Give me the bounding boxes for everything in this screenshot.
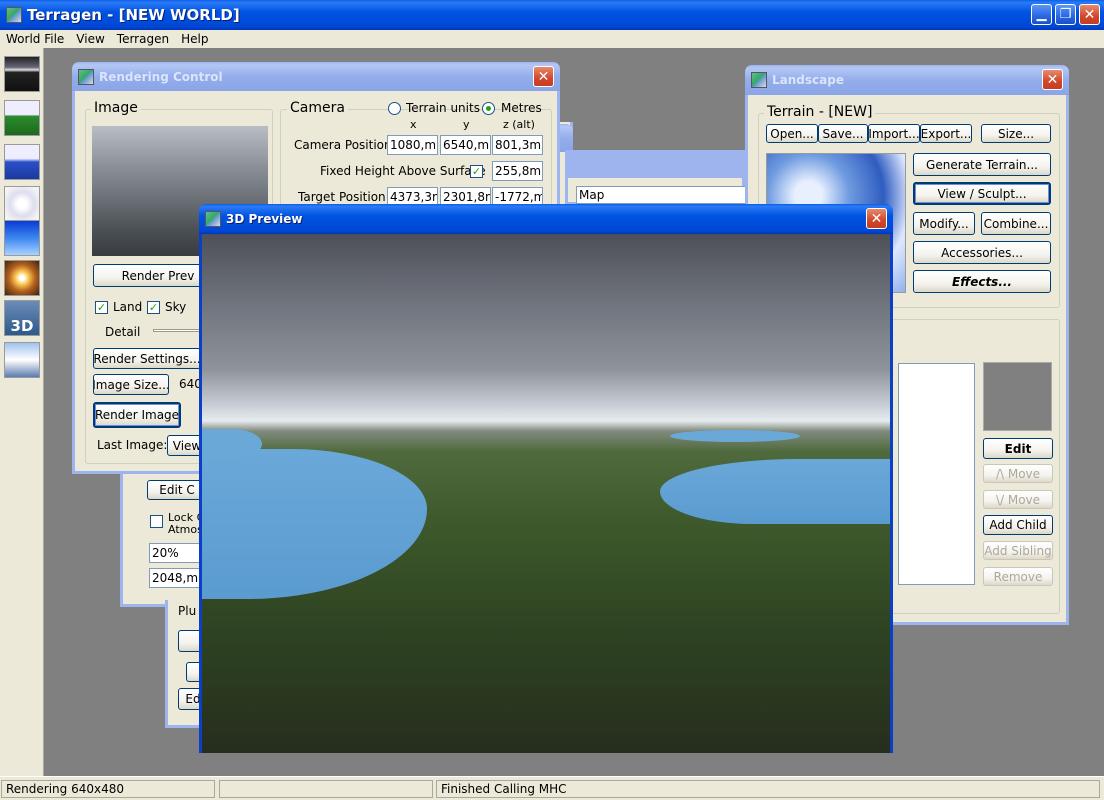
target-position-label: Target Position — [298, 190, 386, 204]
preview-close-button[interactable]: ✕ — [866, 208, 887, 229]
landscape-title-bar[interactable]: Landscape ✕ — [745, 65, 1069, 95]
add-sibling-button[interactable]: Add Sibling — [983, 541, 1053, 560]
edit-camera-button[interactable]: Edit C — [147, 480, 207, 500]
rendering-control-title-bar[interactable]: Rendering Control ✕ — [72, 62, 560, 91]
surface-map-preview — [983, 362, 1052, 431]
status-middle — [219, 780, 433, 798]
image-group-title: Image — [91, 100, 141, 116]
menu-help[interactable]: Help — [175, 32, 214, 46]
view-sculpt-button[interactable]: View / Sculpt... — [913, 182, 1051, 205]
detail-slider[interactable] — [153, 329, 203, 332]
modify-button[interactable]: Modify... — [913, 212, 975, 235]
menu-view[interactable]: View — [70, 32, 110, 46]
edit-surface-button[interactable]: Edit — [983, 438, 1053, 459]
tool-strip: 3D — [0, 48, 44, 776]
last-image-label: Last Image: — [97, 438, 168, 452]
terrain-units-radio[interactable] — [388, 102, 401, 115]
image-size-button[interactable]: Image Size... — [93, 374, 169, 395]
status-right: Finished Calling MHC — [436, 780, 1100, 798]
render-icon[interactable] — [4, 56, 40, 92]
fixed-height-checkbox[interactable]: ✓ — [470, 165, 483, 178]
export-terrain-button[interactable]: Export... — [920, 124, 972, 143]
clouds-icon[interactable] — [4, 186, 40, 222]
water-lake-distant — [670, 430, 800, 442]
camera-z-field[interactable]: 801,3m — [492, 135, 543, 155]
plu-label: Plu — [178, 604, 197, 618]
water-lake-right — [660, 459, 890, 524]
app-title: Terragen - [NEW WORLD] — [27, 6, 240, 24]
render-image-button[interactable]: Render Image — [93, 402, 181, 428]
move-up-button[interactable]: /\ Move — [983, 464, 1053, 483]
minimize-button[interactable]: ▁ — [1031, 4, 1052, 25]
detail-label: Detail — [105, 325, 141, 339]
landscape-close-button[interactable]: ✕ — [1042, 69, 1063, 90]
terrain-group-title: Terrain - [NEW] — [764, 104, 876, 120]
sky-label: Sky — [165, 300, 187, 314]
metres-label: Metres — [501, 101, 542, 115]
map-field[interactable]: Map — [576, 186, 746, 204]
terrain-units-label: Terrain units — [406, 101, 480, 115]
open-terrain-button[interactable]: Open... — [766, 124, 818, 143]
preview-viewport[interactable] — [202, 234, 890, 753]
water-lake-far-left — [202, 429, 262, 459]
preview-title: 3D Preview — [226, 212, 303, 226]
camera-group-title: Camera — [287, 100, 348, 116]
menu-bar: World File View Terragen Help — [0, 30, 1104, 48]
sky-checkbox[interactable]: ✓ — [147, 301, 160, 314]
land-label: Land — [113, 300, 143, 314]
preview-window-icon — [205, 211, 221, 227]
status-bar: Rendering 640x480 Finished Calling MHC — [0, 776, 1104, 800]
metres-radio[interactable] — [482, 102, 495, 115]
generate-terrain-button[interactable]: Generate Terrain... — [913, 153, 1051, 176]
water-icon[interactable] — [4, 144, 40, 180]
move-down-button[interactable]: \/ Move — [983, 490, 1053, 509]
menu-terragen[interactable]: Terragen — [111, 32, 175, 46]
preview-window — [199, 234, 893, 753]
sun-icon[interactable] — [4, 260, 40, 296]
landscape-icon[interactable] — [4, 100, 40, 136]
landscape-title: Landscape — [772, 73, 844, 87]
column-x-label: x — [410, 118, 417, 131]
effects-button[interactable]: Effects... — [913, 270, 1051, 293]
landscape-window-icon — [751, 72, 767, 88]
render-settings-button[interactable]: Render Settings... — [93, 348, 201, 369]
rendering-window-icon — [78, 68, 94, 85]
column-z-label: z (alt) — [503, 118, 535, 131]
add-child-button[interactable]: Add Child — [983, 515, 1053, 535]
land-checkbox[interactable]: ✓ — [95, 301, 108, 314]
3d-preview-icon[interactable]: 3D — [4, 300, 40, 336]
status-left: Rendering 640x480 — [1, 780, 215, 798]
fixed-height-label: Fixed Height Above Surface — [320, 164, 486, 178]
restore-button[interactable]: ❐ — [1055, 4, 1076, 25]
camera-x-field[interactable]: 1080,m — [387, 135, 438, 155]
menu-world-file[interactable]: World File — [0, 32, 70, 46]
accessories-button[interactable]: Accessories... — [913, 241, 1051, 264]
camera-position-label: Camera Position — [294, 138, 392, 152]
terragen-app-icon — [6, 7, 22, 23]
water-lake-left — [202, 449, 427, 599]
preview-title-bar[interactable]: 3D Preview ✕ — [199, 204, 893, 234]
lock-camera-checkbox[interactable] — [150, 515, 163, 528]
import-terrain-button[interactable]: Import... — [868, 124, 920, 143]
app-close-button[interactable]: ✕ — [1079, 4, 1100, 25]
save-terrain-button[interactable]: Save... — [818, 124, 868, 143]
surface-map-tree[interactable] — [898, 363, 975, 585]
atmosphere-icon[interactable] — [4, 342, 40, 378]
combine-button[interactable]: Combine... — [981, 212, 1051, 235]
app-title-bar[interactable]: Terragen - [NEW WORLD] ▁ ❐ ✕ — [0, 0, 1104, 30]
fixed-height-field[interactable]: 255,8m — [492, 161, 543, 181]
rendering-close-button[interactable]: ✕ — [533, 66, 554, 87]
sky-icon[interactable] — [4, 220, 40, 256]
camera-y-field[interactable]: 6540,m — [440, 135, 491, 155]
column-y-label: y — [463, 118, 470, 131]
remove-button[interactable]: Remove — [983, 567, 1053, 586]
rendering-control-title: Rendering Control — [99, 69, 223, 84]
lock-atmos-label: Atmos — [168, 523, 203, 536]
map-window: Map — [565, 150, 746, 205]
terrain-size-button[interactable]: Size... — [981, 124, 1051, 143]
